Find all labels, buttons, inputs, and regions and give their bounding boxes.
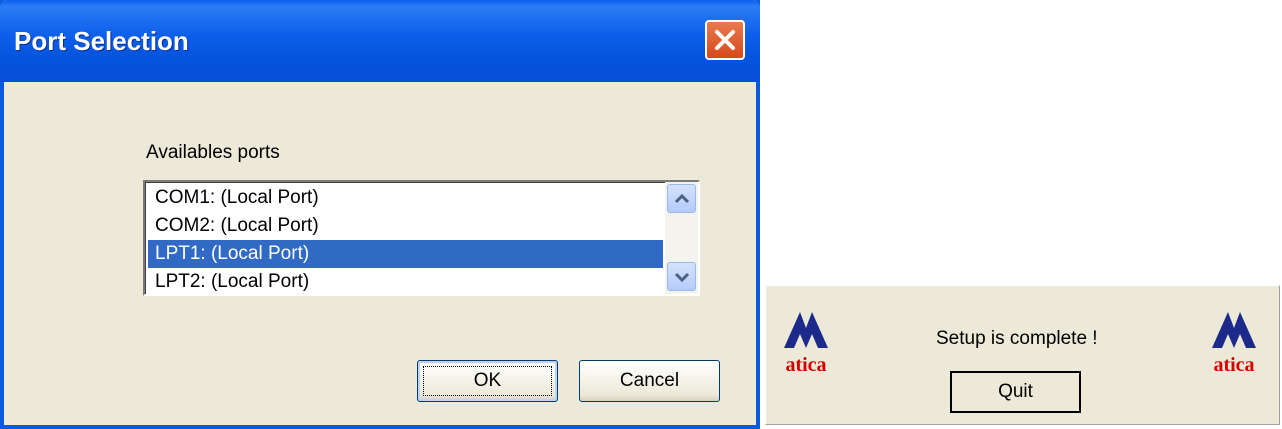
focus-rectangle	[423, 366, 552, 396]
list-item-com2[interactable]: COM2: (Local Port)	[148, 212, 663, 240]
dialog-title: Port Selection	[14, 26, 189, 56]
scroll-down-button[interactable]	[667, 262, 696, 291]
cancel-button[interactable]: Cancel	[579, 360, 720, 402]
close-button[interactable]	[705, 20, 745, 60]
atica-logo-icon	[784, 312, 828, 348]
close-icon	[715, 30, 735, 50]
setup-complete-panel: atica Setup is complete ! Quit atica	[765, 285, 1280, 425]
logo-text: atica	[1213, 354, 1255, 376]
ok-button[interactable]: OK	[417, 360, 558, 402]
ports-scrollbar[interactable]	[665, 182, 698, 294]
list-item-lpt1[interactable]: LPT1: (Local Port)	[148, 240, 663, 268]
ports-listbox[interactable]: COM1: (Local Port) COM2: (Local Port) LP…	[143, 180, 700, 296]
atica-logo-right: atica	[1204, 306, 1264, 376]
atica-logo-icon	[1212, 312, 1256, 348]
chevron-up-icon	[674, 193, 690, 204]
quit-button-label: Quit	[998, 381, 1033, 402]
cancel-button-label: Cancel	[619, 370, 680, 391]
atica-logo-left: atica	[776, 306, 836, 376]
chevron-down-icon	[674, 272, 690, 283]
list-item-lpt2[interactable]: LPT2: (Local Port)	[148, 268, 663, 296]
scroll-up-button[interactable]	[667, 184, 696, 213]
list-item-com1[interactable]: COM1: (Local Port)	[148, 184, 663, 212]
available-ports-label: Availables ports	[146, 142, 280, 163]
logo-text: atica	[785, 354, 827, 376]
port-selection-dialog: Port Selection Availables ports COM1: (L…	[0, 0, 760, 429]
setup-complete-message: Setup is complete !	[936, 328, 1098, 349]
quit-button[interactable]: Quit	[950, 371, 1081, 413]
title-bar[interactable]: Port Selection	[0, 0, 760, 82]
